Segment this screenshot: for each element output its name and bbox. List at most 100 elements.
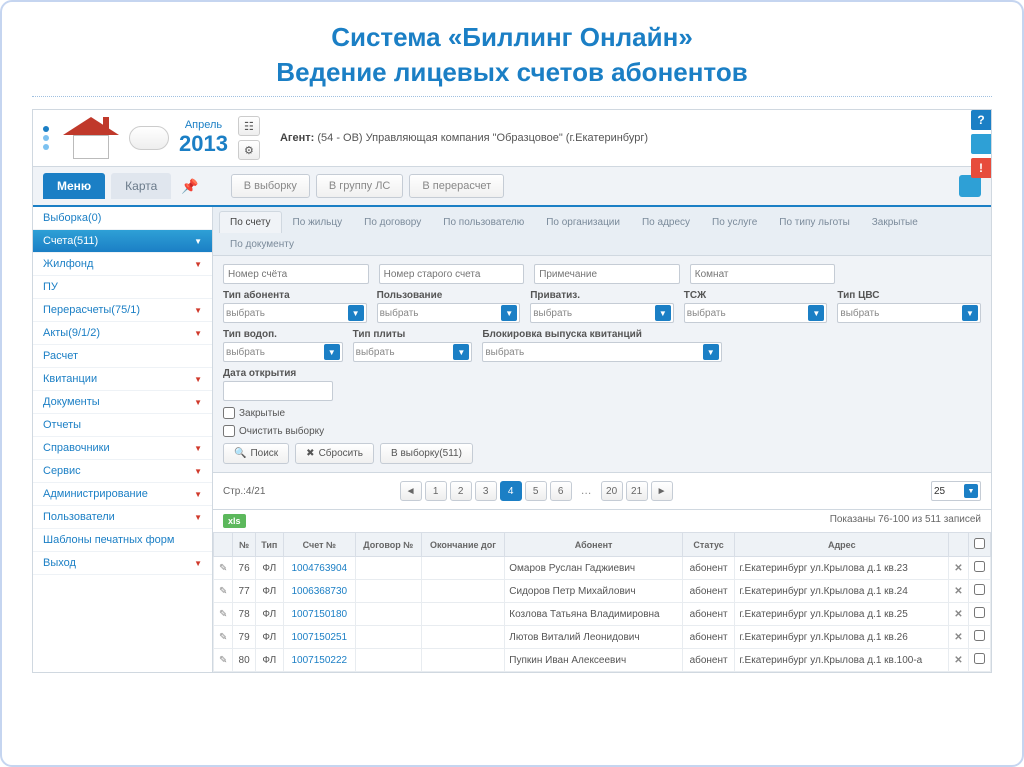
filter-tab[interactable]: По документу [219,233,305,255]
cell-contract [355,580,421,603]
delete-icon[interactable]: ✕ [954,632,962,643]
tab-menu[interactable]: Меню [43,173,105,199]
pager-next[interactable]: ► [651,481,673,501]
clear-selection-checkbox[interactable] [223,425,235,437]
delete-icon[interactable]: ✕ [954,586,962,597]
tab-map[interactable]: Карта [111,173,171,199]
filter-select[interactable]: выбрать▼ [223,303,367,323]
to-group-button[interactable]: В группу ЛС [316,174,404,198]
closed-checkbox[interactable] [223,407,235,419]
delete-icon[interactable]: ✕ [954,655,962,666]
info-icon[interactable] [971,134,991,154]
sidebar-item-5[interactable]: Акты(9/1/2)▼ [33,322,212,345]
row-checkbox[interactable] [974,584,985,595]
toolbar-action-icon[interactable] [959,175,981,197]
sidebar-item-11[interactable]: Сервис▼ [33,460,212,483]
gear-icon[interactable]: ⚙ [238,140,260,160]
sidebar-item-6[interactable]: Расчет [33,345,212,368]
filter-select[interactable]: выбрать▼ [353,342,473,362]
filter-select[interactable]: выбрать▼ [684,303,828,323]
filter-tab[interactable]: По типу льготы [768,211,860,233]
row-checkbox[interactable] [974,630,985,641]
to-selection-button[interactable]: В выборку [231,174,310,198]
cell-type: ФЛ [255,580,283,603]
pager-page[interactable]: 20 [601,481,623,501]
filter-select[interactable]: выбрать▼ [377,303,521,323]
mouse-icon [129,126,169,150]
chevron-down-icon: ▼ [703,344,719,360]
sidebar-item-3[interactable]: ПУ [33,276,212,299]
old-account-input[interactable] [379,264,525,284]
filter-tab[interactable]: По адресу [631,211,701,233]
search-button[interactable]: 🔍Поиск [223,443,289,464]
filter-tab[interactable]: По счету [219,211,282,233]
sidebar-item-12[interactable]: Администрирование▼ [33,483,212,506]
filter-tab[interactable]: По пользователю [432,211,535,233]
select-all-checkbox[interactable] [974,538,985,549]
alert-icon[interactable]: ! [971,158,991,178]
row-checkbox[interactable] [974,561,985,572]
sidebar-item-10[interactable]: Справочники▼ [33,437,212,460]
edit-icon[interactable]: ✎ [219,609,227,620]
pin-icon[interactable]: 📌 [181,178,198,195]
sidebar-item-2[interactable]: Жилфонд▼ [33,253,212,276]
note-input[interactable] [534,264,680,284]
pager-page[interactable]: 21 [626,481,648,501]
pager-prev[interactable]: ◄ [400,481,422,501]
filter-select[interactable]: выбрать▼ [837,303,981,323]
sidebar-item-label: Акты(9/1/2) [43,327,100,339]
edit-icon[interactable]: ✎ [219,632,227,643]
account-no-input[interactable] [223,264,369,284]
delete-icon[interactable]: ✕ [954,563,962,574]
filter-tab[interactable]: Закрытые [861,211,929,233]
pager-page[interactable]: 4 [500,481,522,501]
edit-icon[interactable]: ✎ [219,563,227,574]
filter-tab[interactable]: По организации [535,211,631,233]
cell-status: абонент [682,649,734,672]
account-link[interactable]: 1007150222 [292,655,348,666]
sidebar-item-15[interactable]: Выход▼ [33,552,212,575]
cell-type: ФЛ [255,603,283,626]
account-link[interactable]: 1006368730 [292,586,348,597]
sidebar-item-14[interactable]: Шаблоны печатных форм [33,529,212,552]
calendar-icon[interactable]: ☷ [238,116,260,136]
room-input[interactable] [690,264,836,284]
pager-page[interactable]: 5 [525,481,547,501]
filter-select[interactable]: выбрать▼ [223,342,343,362]
sidebar-item-9[interactable]: Отчеты [33,414,212,437]
sidebar-item-7[interactable]: Квитанции▼ [33,368,212,391]
sidebar-item-13[interactable]: Пользователи▼ [33,506,212,529]
sidebar-item-4[interactable]: Перерасчеты(75/1)▼ [33,299,212,322]
filter-select-label: Тип плиты [353,329,473,340]
sidebar-item-0[interactable]: Выборка(0) [33,207,212,230]
delete-icon[interactable]: ✕ [954,609,962,620]
filter-tab[interactable]: По договору [353,211,432,233]
chevron-down-icon: ▼ [194,237,202,246]
pager-page[interactable]: 2 [450,481,472,501]
row-checkbox[interactable] [974,607,985,618]
filter-tab[interactable]: По жильцу [282,211,354,233]
filter-tab[interactable]: По услуге [701,211,768,233]
pager-page[interactable]: 6 [550,481,572,501]
date-open-input[interactable] [223,381,333,401]
edit-icon[interactable]: ✎ [219,655,227,666]
help-icon[interactable]: ? [971,110,991,130]
cell-status: абонент [682,557,734,580]
account-link[interactable]: 1007150180 [292,609,348,620]
page-size-select[interactable]: 25▼ [931,481,981,501]
account-link[interactable]: 1007150251 [292,632,348,643]
export-xls-button[interactable]: xls [223,514,246,528]
to-recalc-button[interactable]: В перерасчет [409,174,504,198]
pager-page[interactable]: 3 [475,481,497,501]
reset-button[interactable]: ✖Сбросить [295,443,374,464]
sidebar-item-8[interactable]: Документы▼ [33,391,212,414]
pager-page[interactable]: 1 [425,481,447,501]
edit-icon[interactable]: ✎ [219,586,227,597]
table-header: № [233,533,255,557]
sidebar-item-1[interactable]: Счета(511)▼ [33,230,212,253]
filter-select[interactable]: выбрать▼ [482,342,721,362]
row-checkbox[interactable] [974,653,985,664]
to-selection2-button[interactable]: В выборку(511) [380,443,473,464]
account-link[interactable]: 1004763904 [292,563,348,574]
filter-select[interactable]: выбрать▼ [530,303,674,323]
